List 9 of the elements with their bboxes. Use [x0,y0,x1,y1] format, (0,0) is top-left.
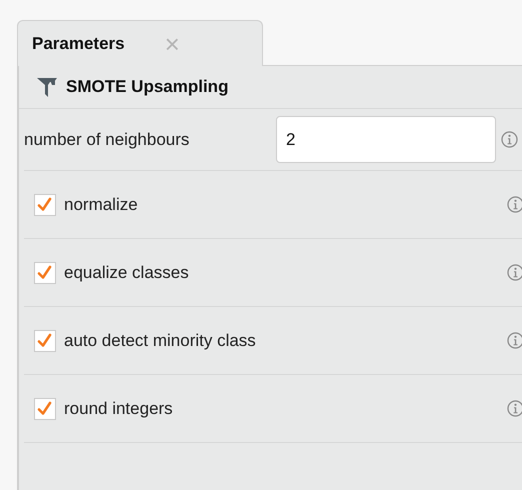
checkbox-label: auto detect minority class [64,330,257,352]
checkbox-label: equalize classes [64,262,190,284]
parameter-label: number of neighbours [24,128,190,151]
operator-title: SMOTE Upsampling [66,76,228,98]
tab-label: Parameters [32,32,125,55]
number-field[interactable]: 2 [276,116,496,163]
checkbox-label: round integers [64,398,174,420]
checkbox-label: normalize [64,194,139,216]
tab[interactable]: Parameters × [17,20,263,66]
